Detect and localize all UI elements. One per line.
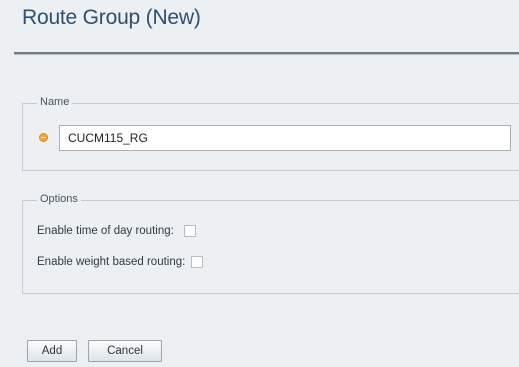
name-legend: Name — [37, 96, 73, 108]
required-dot-icon — [39, 133, 48, 142]
time-of-day-routing-label: Enable time of day routing: — [37, 225, 174, 237]
cancel-button[interactable]: Cancel — [88, 340, 162, 362]
dialog-title: Route Group (New) — [22, 6, 201, 29]
weight-based-routing-checkbox[interactable] — [191, 256, 204, 268]
time-of-day-routing-checkbox[interactable] — [183, 225, 196, 237]
options-fieldset: Options — [22, 193, 519, 294]
time-of-day-routing-row: Enable time of day routing: — [37, 223, 196, 239]
options-legend: Options — [37, 193, 81, 205]
name-input[interactable] — [59, 125, 511, 151]
weight-based-routing-row: Enable weight based routing: — [37, 254, 204, 270]
weight-based-routing-label: Enable weight based routing: — [37, 256, 186, 268]
title-divider-shadow — [14, 54, 519, 55]
add-button[interactable]: Add — [27, 340, 77, 362]
